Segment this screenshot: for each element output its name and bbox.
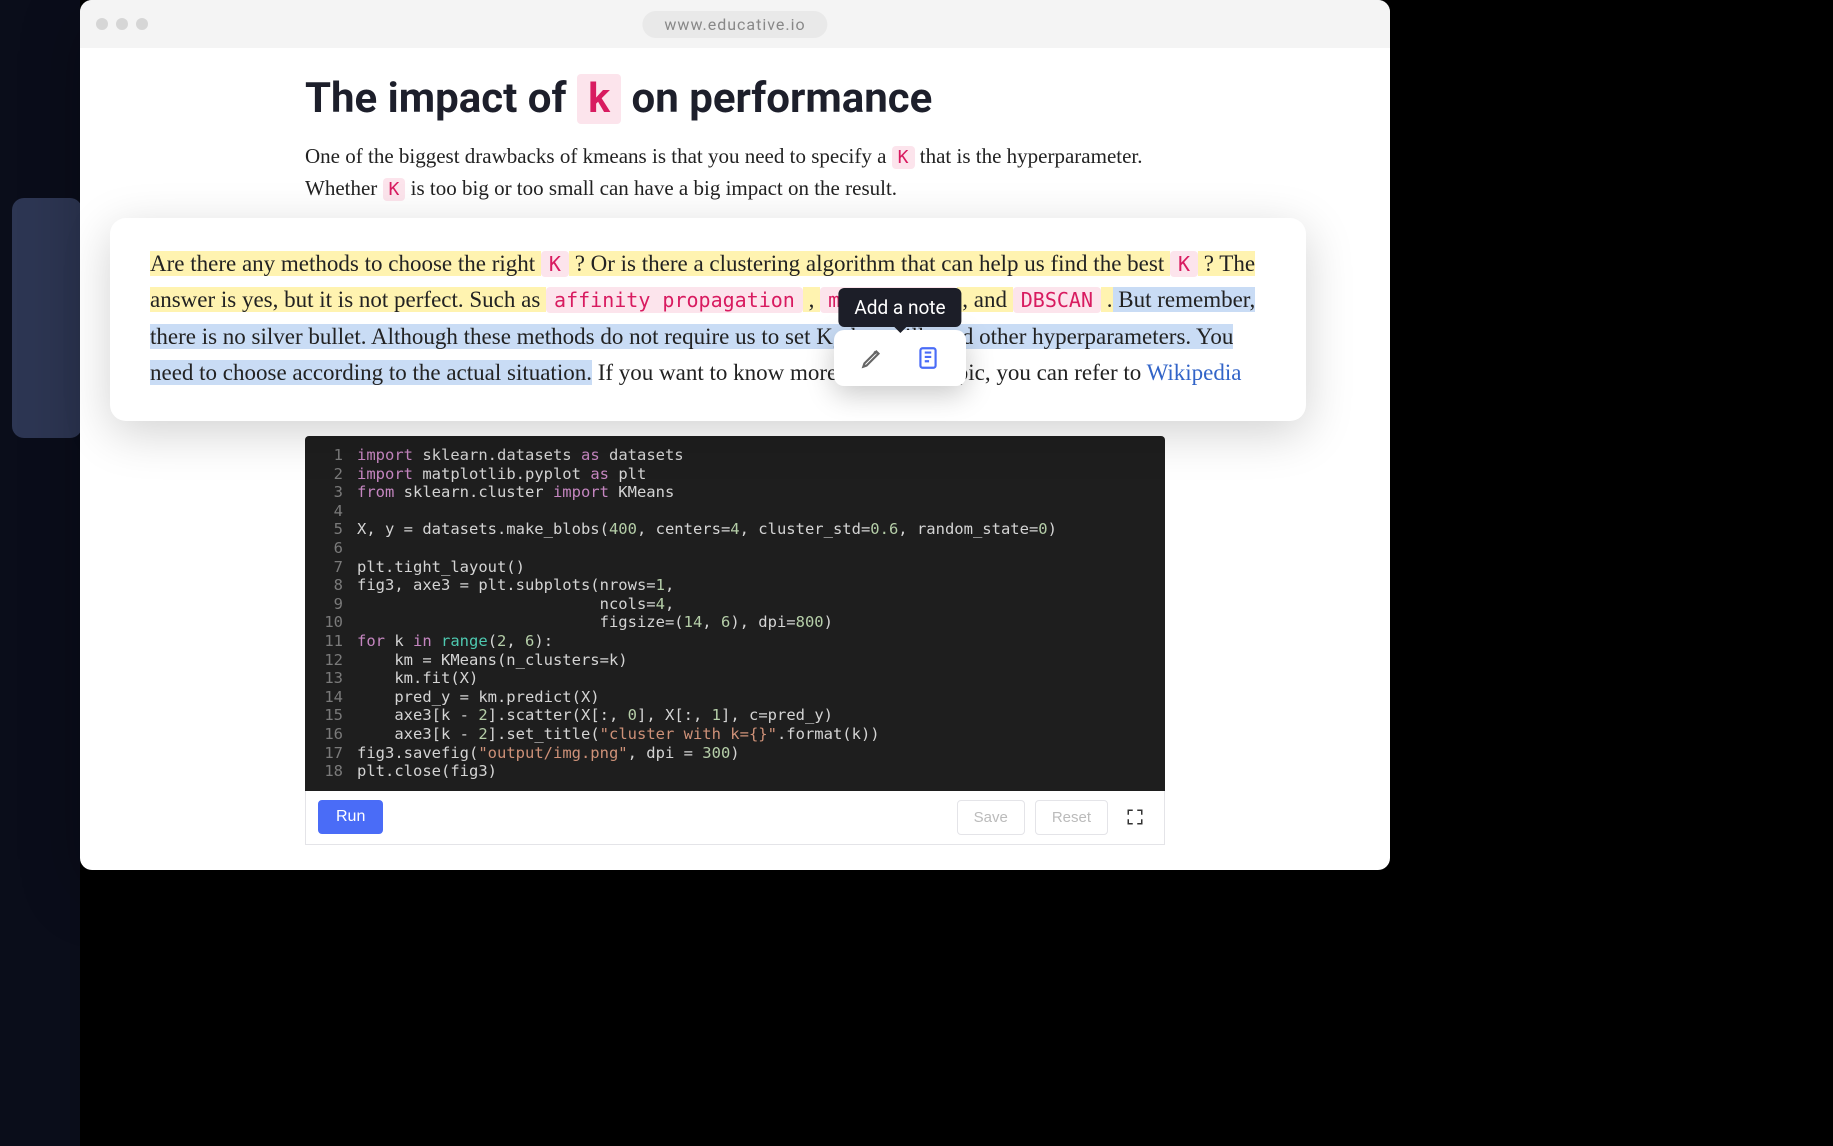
code-line: 12 km = KMeans(n_clusters=k): [305, 651, 1165, 670]
background-card-peek: [12, 198, 82, 438]
line-number: 3: [305, 483, 357, 502]
highlighted-paragraph-card: Are there any methods to choose the righ…: [110, 218, 1306, 421]
highlighted-paragraph: Are there any methods to choose the righ…: [150, 246, 1266, 391]
code-line: 8fig3, axe3 = plt.subplots(nrows=1,: [305, 576, 1165, 595]
page-title: The impact of k on performance: [305, 74, 1165, 123]
hl-text-1: Are there any methods to choose the righ…: [150, 251, 541, 276]
code-line: 11for k in range(2, 6):: [305, 632, 1165, 651]
code-text: km = KMeans(n_clusters=k): [357, 651, 1165, 670]
code-text: for k in range(2, 6):: [357, 632, 1165, 651]
code-line: 7plt.tight_layout(): [305, 558, 1165, 577]
window-controls: [96, 18, 148, 30]
highlight-button[interactable]: [844, 336, 900, 380]
line-number: 8: [305, 576, 357, 595]
intro-k1: K: [892, 146, 915, 169]
code-text: plt.close(fig3): [357, 762, 1165, 781]
code-text: fig3.savefig("output/img.png", dpi = 300…: [357, 744, 1165, 763]
popover-actions: [834, 330, 966, 386]
add-note-button[interactable]: [900, 336, 956, 380]
run-button[interactable]: Run: [318, 800, 383, 834]
intro-t3: is too big or too small can have a big i…: [405, 176, 897, 200]
code-text: from sklearn.cluster import KMeans: [357, 483, 1165, 502]
fullscreen-button[interactable]: [1118, 800, 1152, 834]
fullscreen-icon: [1126, 808, 1144, 826]
article-content: The impact of k on performance One of th…: [80, 48, 1390, 845]
close-window-icon[interactable]: [96, 18, 108, 30]
code-line: 10 figsize=(14, 6), dpi=800): [305, 613, 1165, 632]
hl-text-6: .: [1101, 287, 1113, 312]
line-number: 7: [305, 558, 357, 577]
code-text: figsize=(14, 6), dpi=800): [357, 613, 1165, 632]
code-text: axe3[k - 2].scatter(X[:, 0], X[:, 1], c=…: [357, 706, 1165, 725]
code-text: pred_y = km.predict(X): [357, 688, 1165, 707]
note-icon: [915, 345, 941, 371]
line-number: 17: [305, 744, 357, 763]
line-number: 1: [305, 446, 357, 465]
selection-popover: Add a note: [834, 330, 966, 386]
code-line: 14 pred_y = km.predict(X): [305, 688, 1165, 707]
intro-paragraph: One of the biggest drawbacks of kmeans i…: [305, 141, 1165, 204]
line-number: 11: [305, 632, 357, 651]
code-line: 13 km.fit(X): [305, 669, 1165, 688]
code-text: fig3, axe3 = plt.subplots(nrows=1,: [357, 576, 1165, 595]
hl-code-affinity: affinity propagation: [546, 287, 803, 313]
title-code-k: k: [577, 74, 621, 124]
page-dark-gutter: [0, 0, 80, 1146]
hl-code-k-2: K: [1170, 251, 1198, 277]
code-line: 15 axe3[k - 2].scatter(X[:, 0], X[:, 1],…: [305, 706, 1165, 725]
reset-button[interactable]: Reset: [1035, 800, 1108, 835]
code-line: 5X, y = datasets.make_blobs(400, centers…: [305, 520, 1165, 539]
code-line: 6: [305, 539, 1165, 558]
title-pre: The impact of: [305, 74, 577, 123]
url-display: www.educative.io: [642, 11, 827, 38]
title-post: on performance: [621, 74, 932, 123]
code-line: 18plt.close(fig3): [305, 762, 1165, 781]
line-number: 5: [305, 520, 357, 539]
line-number: 2: [305, 465, 357, 484]
code-line: 2import matplotlib.pyplot as plt: [305, 465, 1165, 484]
line-number: 6: [305, 539, 357, 558]
browser-window: www.educative.io The impact of k on perf…: [80, 0, 1390, 870]
code-text: km.fit(X): [357, 669, 1165, 688]
code-editor[interactable]: 1import sklearn.datasets as datasets2imp…: [305, 436, 1165, 791]
intro-t1: One of the biggest drawbacks of kmeans i…: [305, 144, 892, 168]
hl-text-5: , and: [957, 287, 1013, 312]
pencil-icon: [859, 345, 885, 371]
code-line: 16 axe3[k - 2].set_title("cluster with k…: [305, 725, 1165, 744]
code-text: axe3[k - 2].set_title("cluster with k={}…: [357, 725, 1165, 744]
code-line: 3from sklearn.cluster import KMeans: [305, 483, 1165, 502]
line-number: 9: [305, 595, 357, 614]
intro-k2: K: [383, 178, 406, 201]
line-number: 14: [305, 688, 357, 707]
tooltip-label: Add a note: [838, 288, 961, 327]
code-text: ncols=4,: [357, 595, 1165, 614]
code-toolbar: Run Save Reset: [305, 791, 1165, 845]
code-text: [357, 539, 1165, 558]
line-number: 12: [305, 651, 357, 670]
line-number: 13: [305, 669, 357, 688]
line-number: 10: [305, 613, 357, 632]
hl-text-2: ? Or is there a clustering algorithm tha…: [569, 251, 1170, 276]
code-text: [357, 502, 1165, 521]
code-line: 17fig3.savefig("output/img.png", dpi = 3…: [305, 744, 1165, 763]
save-button[interactable]: Save: [957, 800, 1025, 835]
hl-text-4: ,: [803, 287, 820, 312]
line-number: 18: [305, 762, 357, 781]
browser-chrome: www.educative.io: [80, 0, 1390, 48]
minimize-window-icon[interactable]: [116, 18, 128, 30]
code-line: 9 ncols=4,: [305, 595, 1165, 614]
code-text: import matplotlib.pyplot as plt: [357, 465, 1165, 484]
maximize-window-icon[interactable]: [136, 18, 148, 30]
code-line: 4: [305, 502, 1165, 521]
wikipedia-link[interactable]: Wikipedia: [1147, 360, 1242, 385]
code-text: plt.tight_layout(): [357, 558, 1165, 577]
code-text: import sklearn.datasets as datasets: [357, 446, 1165, 465]
line-number: 16: [305, 725, 357, 744]
code-line: 1import sklearn.datasets as datasets: [305, 446, 1165, 465]
line-number: 4: [305, 502, 357, 521]
hl-code-k-1: K: [541, 251, 569, 277]
line-number: 15: [305, 706, 357, 725]
hl-code-dbscan: DBSCAN: [1013, 287, 1101, 313]
code-text: X, y = datasets.make_blobs(400, centers=…: [357, 520, 1165, 539]
